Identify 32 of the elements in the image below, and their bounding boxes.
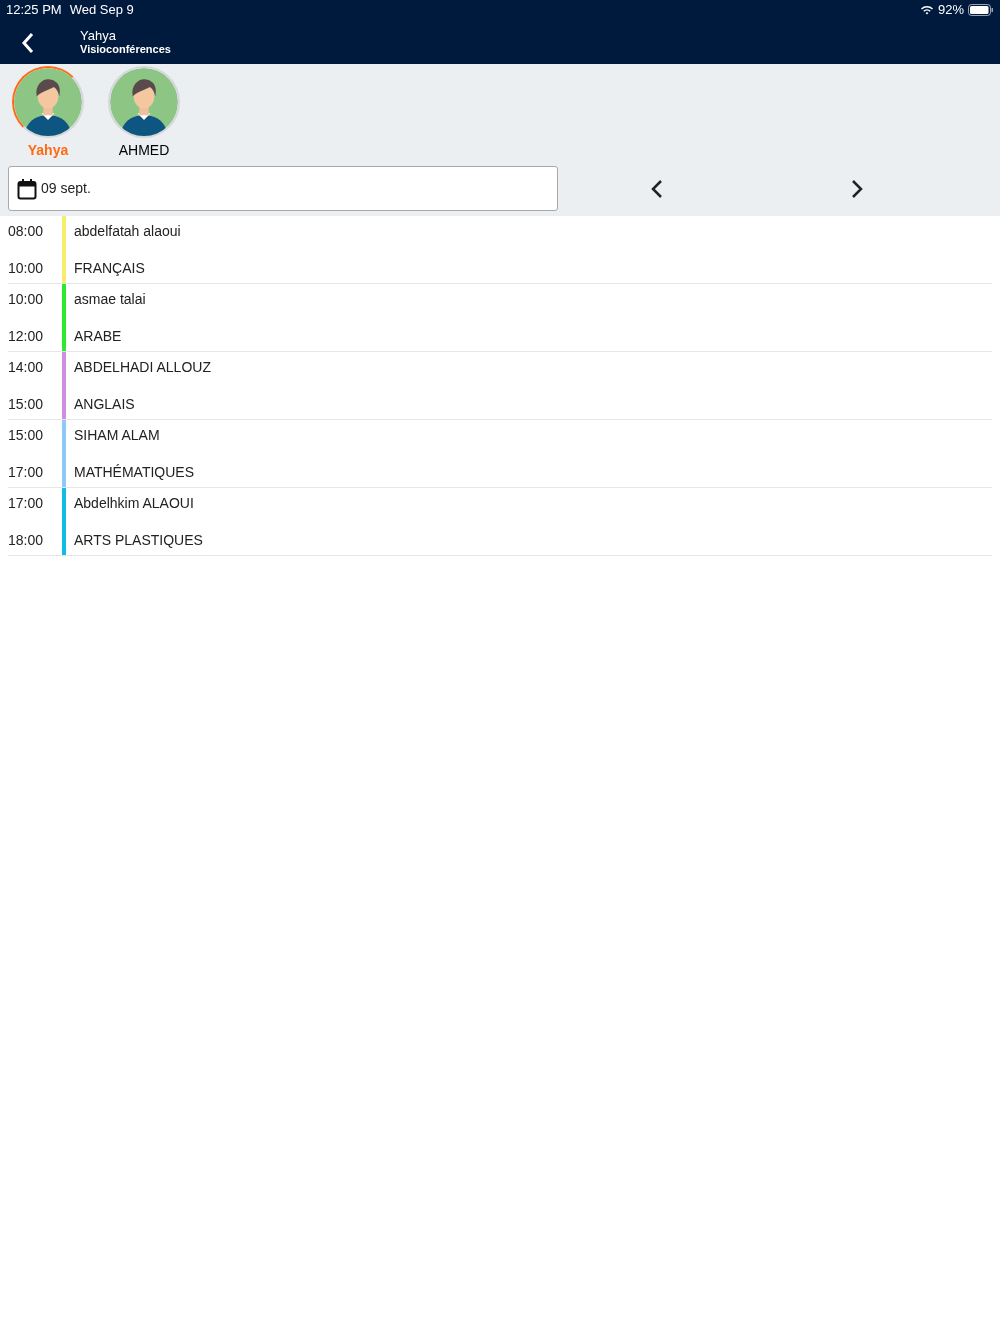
header-subtitle: Visioconférences [80,43,171,56]
end-time: 17:00 [8,463,45,482]
subject-name: ANGLAIS [74,395,136,414]
subject-name: MATHÉMATIQUES [74,463,195,482]
status-time: 12:25 PM [6,1,62,20]
end-time: 18:00 [8,531,45,550]
start-time: 10:00 [8,290,45,309]
teacher-name: Abdelhkim ALAOUI [74,494,195,513]
battery-percent: 92% [937,1,964,20]
start-time: 14:00 [8,358,45,377]
header-title: Yahya [80,28,117,43]
subject-name: ARABE [74,327,123,346]
back-icon [21,31,35,54]
end-time: 10:00 [8,259,45,278]
subject-name: ARTS PLASTIQUES [74,531,203,550]
start-time: 17:00 [8,494,45,513]
end-time: 15:00 [8,395,45,414]
avatar-icon [110,68,178,136]
teacher-name: abdelfatah alaoui [74,222,181,241]
start-time: 08:00 [8,222,45,241]
subject-name: FRANÇAIS [74,259,146,278]
teacher-name: SIHAM ALAM [74,426,161,445]
battery-icon [968,4,994,16]
teacher-name: asmae talai [74,290,146,309]
status-date: Wed Sep 9 [69,1,134,20]
teacher-name: ABDELHADI ALLOUZ [74,358,211,377]
end-time: 12:00 [8,327,45,346]
calendar-icon [17,177,37,200]
start-time: 15:00 [8,426,45,445]
avatar-icon [14,68,82,136]
date-field[interactable]: 09 sept. [8,166,558,211]
wifi-icon [919,5,934,15]
